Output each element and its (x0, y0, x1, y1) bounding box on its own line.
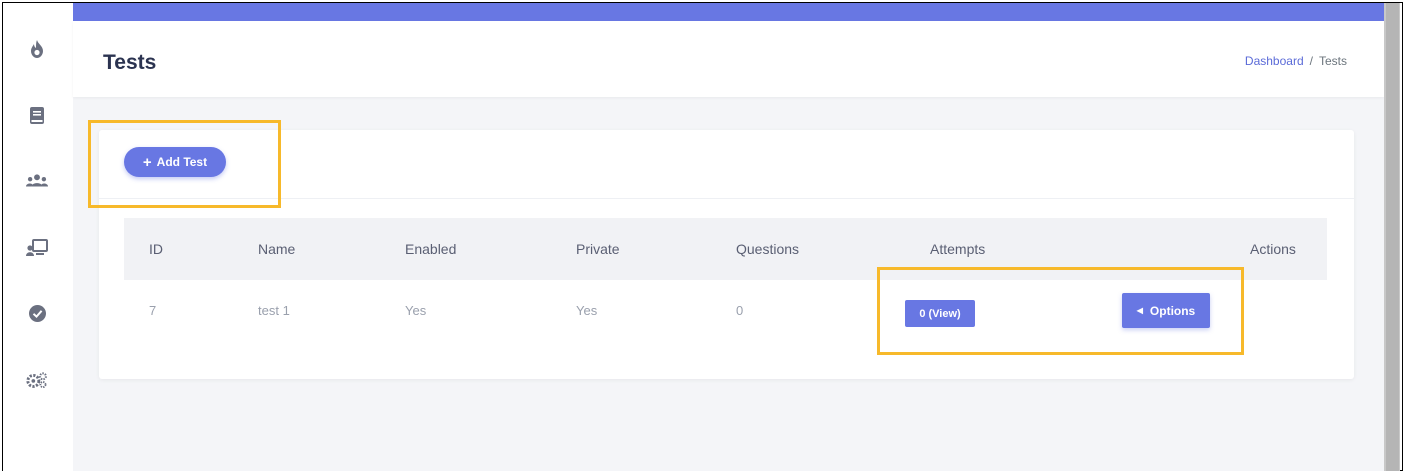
users-icon[interactable] (26, 170, 48, 192)
cell-name: test 1 (258, 303, 290, 318)
column-header-id[interactable]: ID (149, 218, 163, 280)
page-title: Tests (103, 51, 157, 74)
flame-icon[interactable] (26, 38, 48, 60)
column-header-private[interactable]: Private (576, 218, 620, 280)
vertical-scrollbar-thumb[interactable] (1386, 3, 1399, 471)
main-content: Tests Dashboard / Tests + Add Test ID Name… (73, 3, 1384, 471)
breadcrumb-separator: / (1309, 54, 1313, 68)
column-header-questions[interactable]: Questions (736, 218, 799, 280)
options-dropdown-button[interactable]: ◀ Options (1122, 293, 1210, 328)
column-header-name[interactable]: Name (258, 218, 295, 280)
breadcrumb-dashboard-link[interactable]: Dashboard (1245, 54, 1304, 68)
top-accent-bar (73, 3, 1384, 21)
check-circle-icon[interactable] (26, 302, 48, 324)
page-header: Tests Dashboard / Tests (73, 21, 1384, 97)
options-label: Options (1149, 303, 1196, 318)
card-divider (99, 198, 1354, 199)
cogs-icon[interactable] (26, 369, 48, 391)
cell-id: 7 (149, 303, 157, 318)
presentation-icon[interactable] (26, 236, 48, 258)
caret-left-icon: ◀ (1136, 306, 1143, 315)
breadcrumb: Dashboard / Tests (1245, 54, 1347, 68)
add-test-label: Add Test (156, 155, 208, 169)
breadcrumb-current: Tests (1318, 54, 1347, 68)
column-header-enabled[interactable]: Enabled (405, 218, 456, 280)
plus-icon: + (142, 153, 152, 171)
add-test-button[interactable]: + Add Test (124, 147, 226, 177)
cell-enabled: Yes (405, 303, 427, 318)
cell-private: Yes (576, 303, 598, 318)
sidebar (3, 3, 73, 471)
table-header: ID Name Enabled Private Questions Attemp… (124, 218, 1327, 280)
book-icon[interactable] (26, 104, 48, 126)
cell-questions: 0 (736, 303, 744, 318)
column-header-actions[interactable]: Actions (1250, 218, 1296, 280)
view-attempts-button[interactable]: 0 (View) (905, 300, 975, 327)
column-header-attempts[interactable]: Attempts (930, 218, 985, 280)
tests-card: + Add Test ID Name Enabled Private Quest… (99, 130, 1354, 379)
